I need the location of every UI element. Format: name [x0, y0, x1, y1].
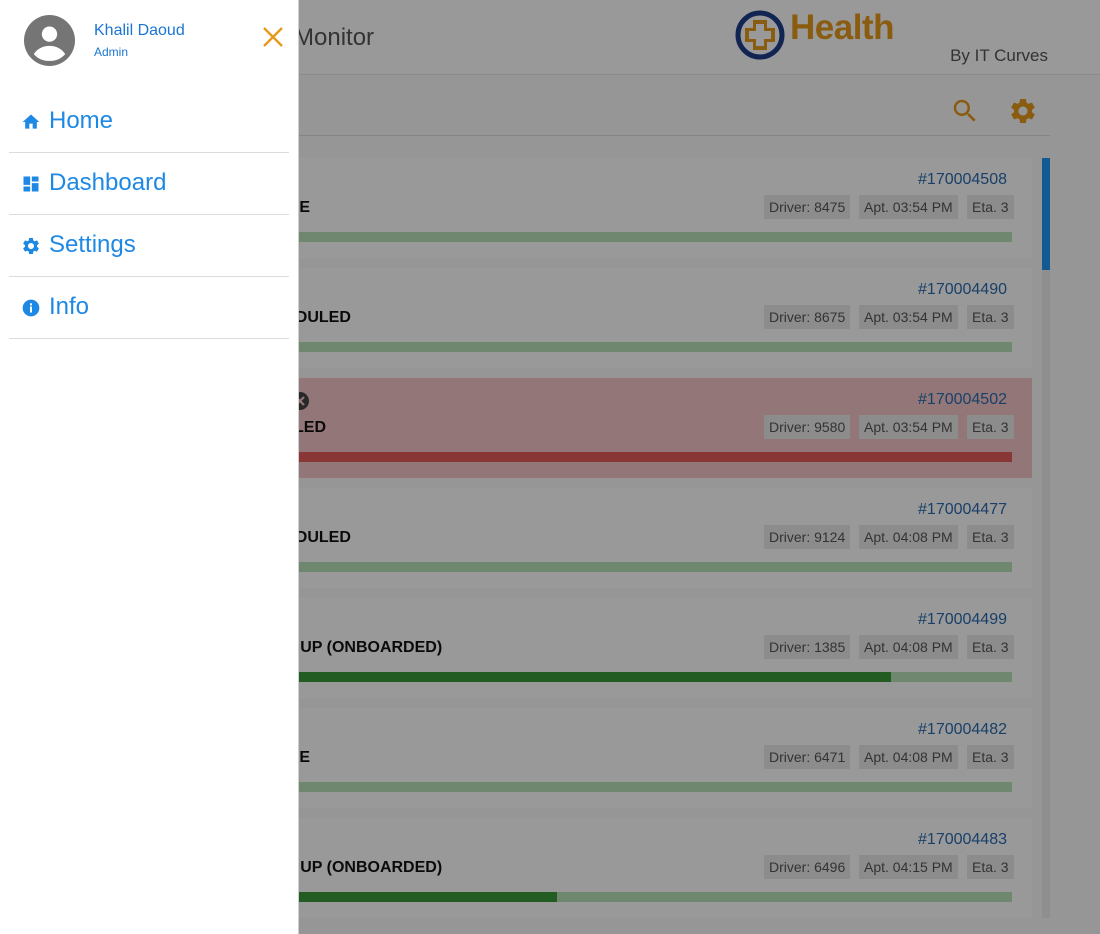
nav-label: Dashboard	[49, 169, 167, 196]
close-icon[interactable]	[261, 25, 285, 49]
home-icon	[22, 114, 40, 129]
dashboard-icon	[23, 176, 39, 192]
nav-item-home[interactable]: Home	[9, 91, 289, 153]
nav-item-dashboard[interactable]: Dashboard	[9, 153, 289, 215]
nav-label: Settings	[49, 231, 136, 258]
info-icon	[22, 299, 40, 317]
nav-item-info[interactable]: Info	[9, 277, 289, 339]
nav-label: Home	[49, 107, 114, 134]
user-name: Khalil Daoud	[94, 22, 185, 39]
nav-item-settings[interactable]: Settings	[9, 215, 289, 277]
gear-icon	[23, 238, 39, 254]
drawer-nav: Home Dashboard Settings Info	[9, 91, 289, 339]
nav-label: Info	[49, 293, 90, 320]
avatar-icon	[24, 15, 75, 66]
side-drawer: Khalil Daoud Admin Home Dashboard Settin…	[0, 0, 299, 934]
user-role: Admin	[94, 45, 129, 59]
